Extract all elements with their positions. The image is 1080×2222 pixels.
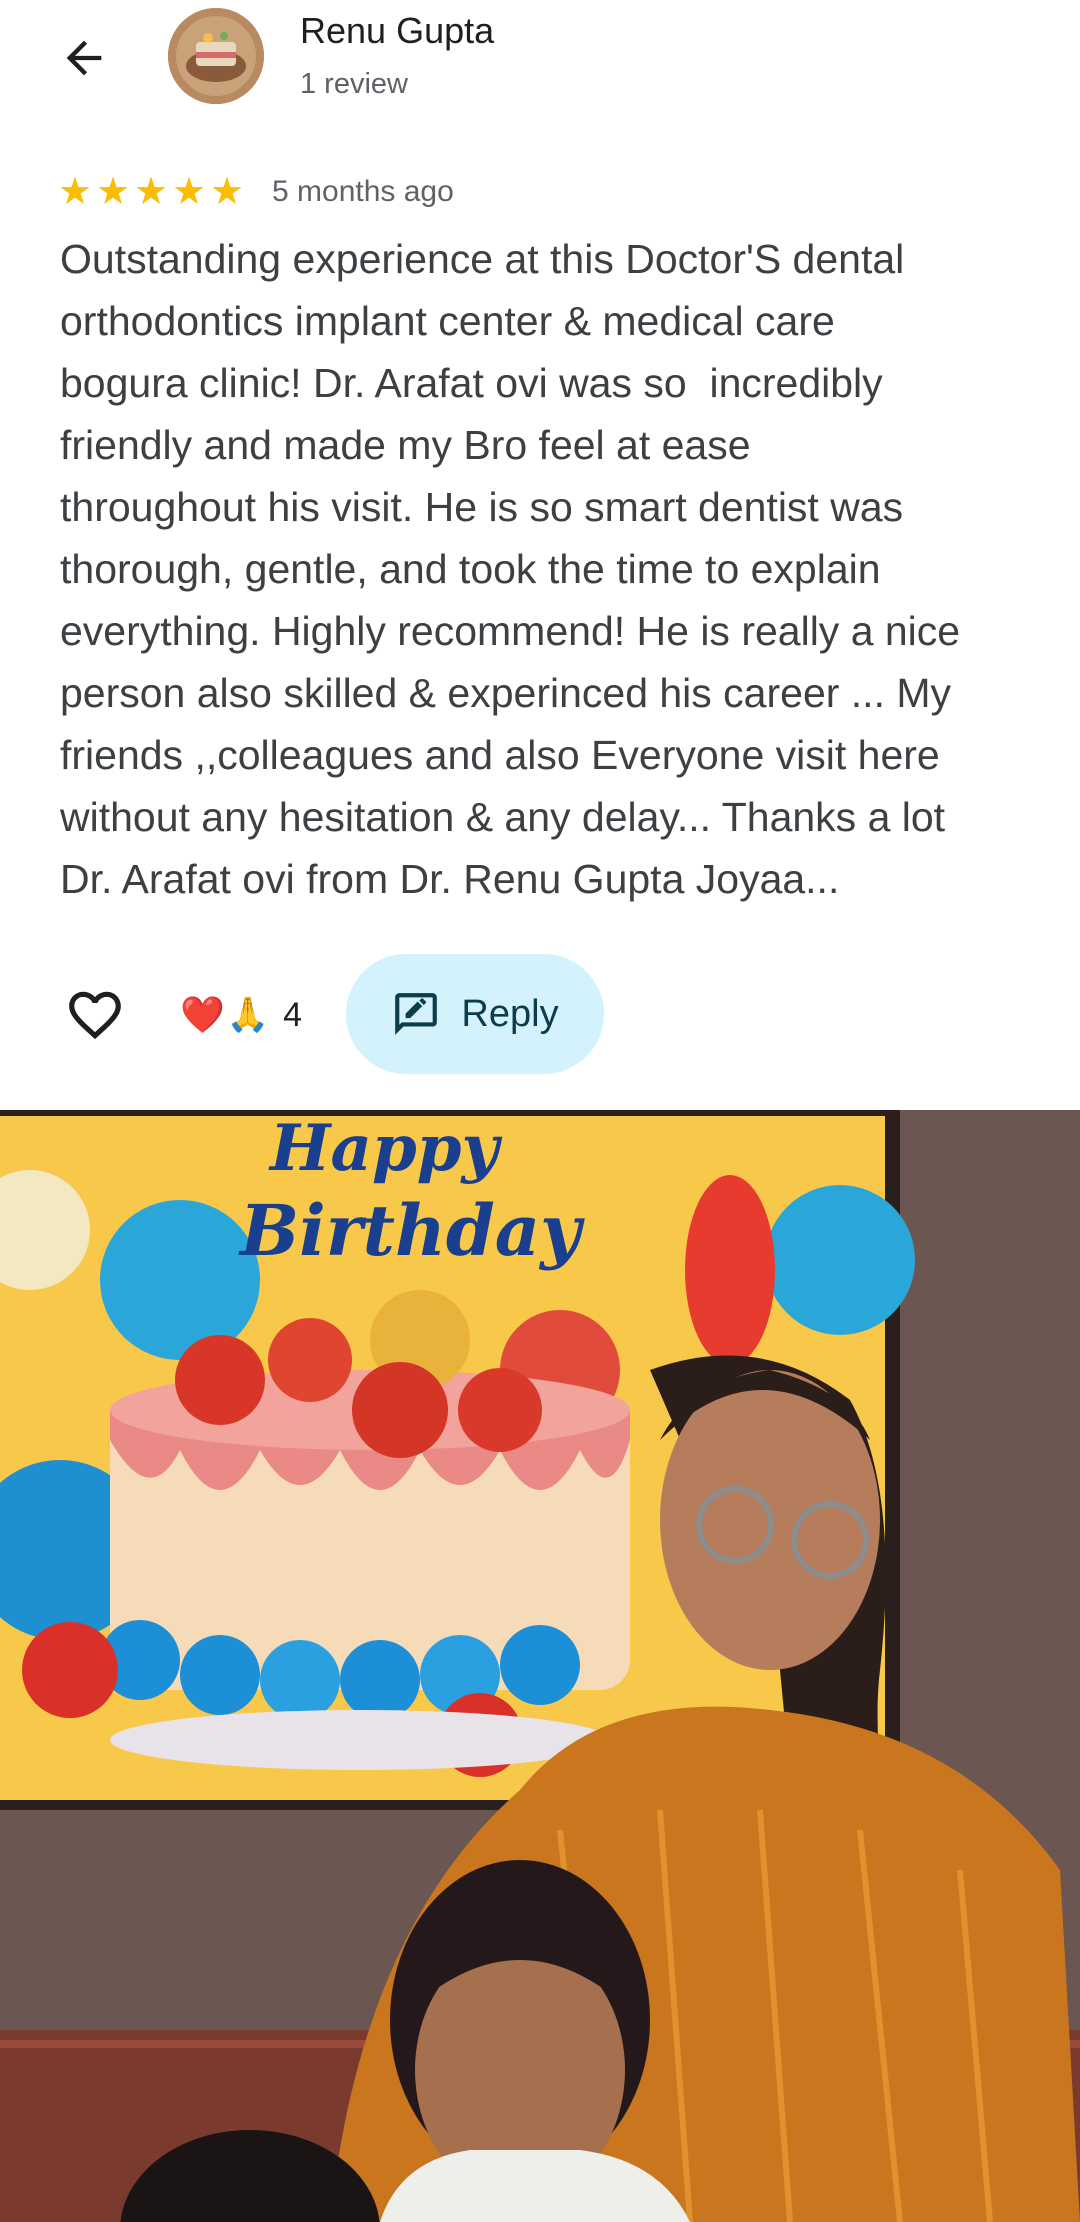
review-text: Outstanding experience at this Doctor'S …: [60, 236, 961, 902]
arrow-left-icon: [66, 40, 102, 76]
reply-button[interactable]: Reply: [346, 954, 604, 1074]
red-heart-emoji: ❤️: [180, 994, 225, 1035]
reaction-count: 4: [283, 995, 303, 1034]
rating-row: ★ ★ ★ ★ ★ 5 months ago: [58, 170, 454, 214]
review-photo-image: Happy Birthday: [0, 1110, 1080, 2222]
reviewer-review-count: 1 review: [300, 68, 408, 100]
back-button[interactable]: [52, 26, 116, 90]
star-icon: ★: [58, 171, 93, 213]
banner-birthday-text: Birthday: [238, 1189, 585, 1272]
review-actions: ❤️ 🙏 4 Reply: [0, 954, 1080, 1074]
review-header: Renu Gupta 1 review: [0, 0, 1080, 110]
star-icon: ★: [210, 171, 245, 213]
reply-label: Reply: [461, 992, 559, 1035]
reviewer-avatar[interactable]: [168, 8, 264, 104]
reply-edit-icon: [395, 993, 438, 1035]
star-icon: ★: [134, 171, 169, 213]
star-icon: ★: [96, 171, 131, 213]
avatar-image: [168, 8, 264, 104]
like-button[interactable]: [60, 980, 130, 1050]
reviewer-name[interactable]: Renu Gupta: [300, 10, 494, 52]
review-photo[interactable]: Happy Birthday: [0, 1110, 1080, 2222]
star-rating: ★ ★ ★ ★ ★: [58, 172, 248, 212]
reaction-summary[interactable]: ❤️ 🙏 4: [180, 992, 302, 1038]
heart-outline-icon: [69, 991, 121, 1040]
folded-hands-emoji: 🙏: [226, 996, 270, 1034]
star-icon: ★: [172, 171, 207, 213]
banner-happy-text: Happy: [268, 1111, 502, 1186]
review-date: 5 months ago: [272, 175, 454, 208]
